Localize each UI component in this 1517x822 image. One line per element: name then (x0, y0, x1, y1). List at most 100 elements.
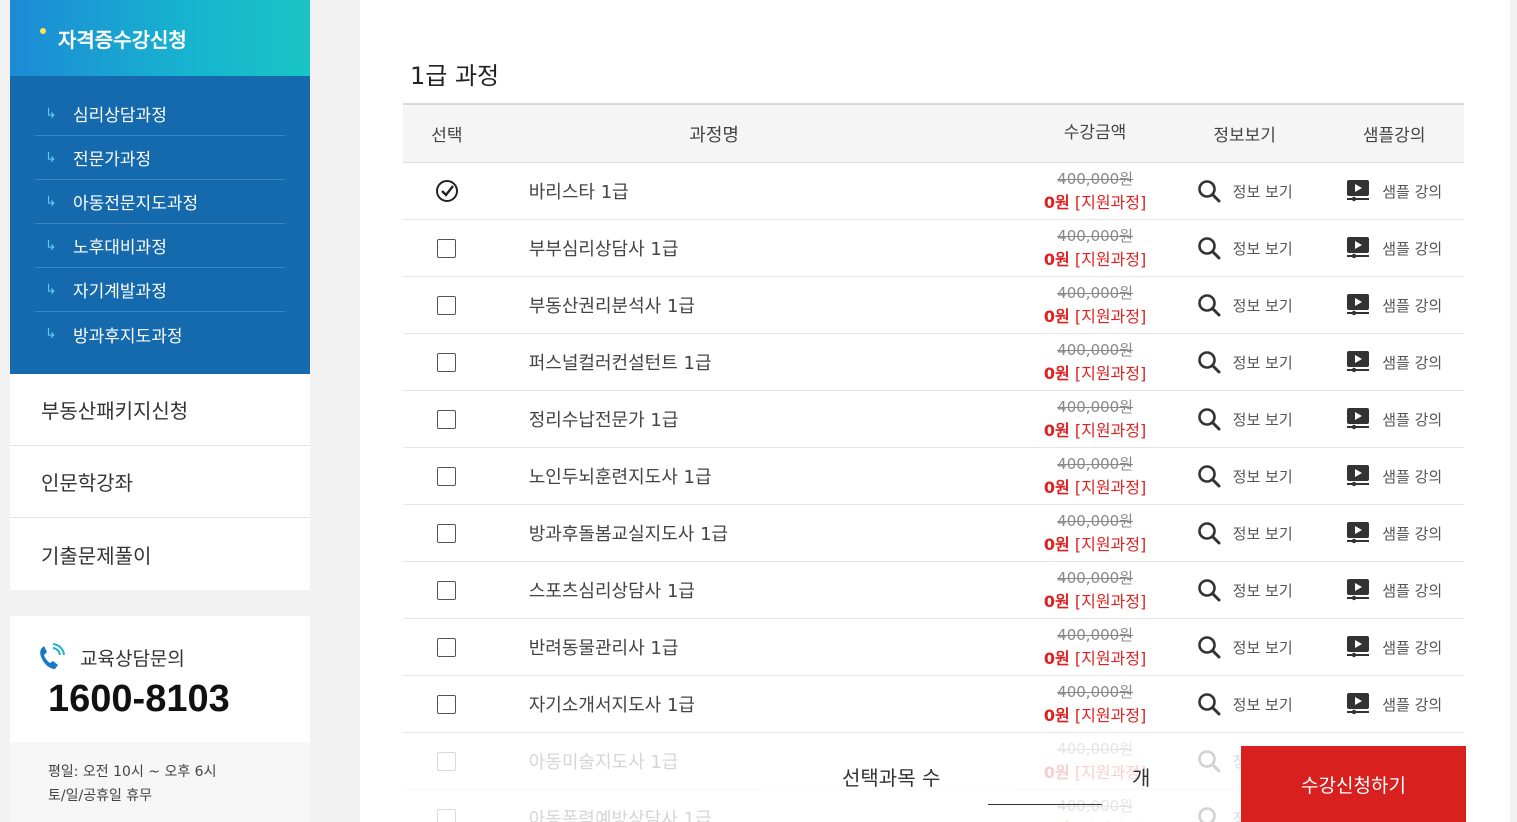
price-tag: [지원과정] (1074, 649, 1147, 668)
sidebar-menu-realestate[interactable]: 부동산패키지신청 (10, 374, 310, 446)
course-checkbox[interactable] (437, 751, 457, 771)
search-icon (1197, 237, 1221, 260)
info-button[interactable]: 정보 보기 (1165, 236, 1325, 260)
sample-button[interactable]: 샘플 강의 (1324, 236, 1464, 260)
sample-button[interactable]: 샘플 강의 (1324, 407, 1464, 431)
price-original: 400,000원 (1057, 569, 1134, 587)
search-icon (1197, 579, 1221, 602)
course-price: 400,000원 0원 [지원과정] (1025, 339, 1165, 385)
price-sale-amount: 0원 (1043, 535, 1070, 554)
sidebar-item-afterschool[interactable]: ↳ 방과후지도과정 (35, 312, 285, 356)
price-original: 400,000원 (1057, 683, 1134, 701)
course-name: 자기소개서지도사 1급 (528, 695, 695, 716)
sample-button[interactable]: 샘플 강의 (1324, 350, 1464, 374)
price-tag: [지원과정] (1074, 478, 1147, 497)
arrow-return-icon: ↳ (45, 149, 57, 166)
course-name: 부부심리상담사 1급 (528, 239, 679, 260)
video-play-icon (1347, 636, 1370, 658)
main-content: 1급 과정 선택 과정명 수강금액 정보보기 샘플강의 바리스타 1급 400,… (360, 0, 1510, 822)
sample-label: 샘플 강의 (1382, 353, 1443, 372)
course-checkbox[interactable] (437, 466, 457, 486)
checked-circle-icon[interactable] (435, 179, 459, 203)
price-sale: 0원 [지원과정] (1025, 191, 1165, 214)
header-select: 선택 (431, 126, 463, 146)
sample-label: 샘플 강의 (1382, 467, 1443, 486)
course-price: 400,000원 0원 [지원과정] (1025, 396, 1165, 442)
price-original: 400,000원 (1057, 626, 1134, 644)
price-sale: 0원 [지원과정] (1025, 248, 1165, 271)
info-button[interactable]: 정보 보기 (1165, 578, 1325, 602)
sidebar-item-child[interactable]: ↳ 아동전문지도과정 (35, 180, 285, 224)
search-icon (1197, 351, 1221, 374)
price-tag: [지원과정] (1074, 364, 1147, 383)
info-button[interactable]: 정보 보기 (1165, 635, 1325, 659)
price-sale: 0원 [지원과정] (1025, 476, 1165, 499)
contact-hours: 평일: 오전 10시 ~ 오후 6시 토/일/공휴일 휴무 (10, 742, 310, 822)
sample-label: 샘플 강의 (1382, 239, 1443, 258)
course-checkbox[interactable] (437, 694, 457, 714)
course-checkbox[interactable] (437, 580, 457, 600)
sidebar-item-expert[interactable]: ↳ 전문가과정 (35, 136, 285, 180)
sidebar-menu-past-exams[interactable]: 기출문제풀이 (10, 518, 310, 590)
course-checkbox[interactable] (437, 523, 457, 543)
course-checkbox[interactable] (437, 637, 457, 657)
course-checkbox[interactable] (437, 409, 457, 429)
price-tag: [지원과정] (1074, 592, 1147, 611)
price-sale: 0원 [지원과정] (1025, 362, 1165, 385)
price-tag: [지원과정] (1074, 250, 1147, 269)
course-checkbox[interactable] (437, 295, 457, 315)
info-button[interactable]: 정보 보기 (1165, 464, 1325, 488)
course-checkbox[interactable] (437, 238, 457, 258)
sample-button[interactable]: 샘플 강의 (1324, 635, 1464, 659)
info-button[interactable]: 정보 보기 (1165, 293, 1325, 317)
course-checkbox[interactable] (437, 352, 457, 372)
info-button[interactable]: 정보 보기 (1165, 692, 1325, 716)
price-sale: 0원 [지원과정] (1025, 419, 1165, 442)
course-price: 400,000원 0원 [지원과정] (1025, 795, 1165, 822)
sample-label: 샘플 강의 (1382, 182, 1443, 201)
sample-button[interactable]: 샘플 강의 (1324, 293, 1464, 317)
sidebar-menu-humanities[interactable]: 인문학강좌 (10, 446, 310, 518)
sample-label: 샘플 강의 (1382, 410, 1443, 429)
course-name: 노인두뇌훈련지도사 1급 (528, 467, 712, 488)
course-price: 400,000원 0원 [지원과정] (1025, 681, 1165, 727)
price-sale-amount: 0원 (1043, 193, 1070, 212)
course-name: 퍼스널컬러컨설턴트 1급 (528, 353, 712, 374)
sample-button[interactable]: 샘플 강의 (1324, 179, 1464, 203)
video-play-icon (1347, 465, 1370, 487)
sample-button[interactable]: 샘플 강의 (1324, 464, 1464, 488)
search-icon (1197, 693, 1221, 716)
sidebar-head-label: 자격증수강신청 (58, 27, 187, 52)
info-button[interactable]: 정보 보기 (1165, 350, 1325, 374)
sample-button[interactable]: 샘플 강의 (1324, 692, 1464, 716)
sidebar-item-selfdev[interactable]: ↳ 자기계발과정 (35, 268, 285, 312)
sample-label: 샘플 강의 (1382, 524, 1443, 543)
video-play-icon (1347, 579, 1370, 601)
contact-phone-number: 1600-8103 (48, 678, 230, 720)
sample-button[interactable]: 샘플 강의 (1324, 578, 1464, 602)
info-button[interactable]: 정보 보기 (1165, 179, 1325, 203)
sidebar: 자격증수강신청 ↳ 심리상담과정 ↳ 전문가과정 ↳ 아동전문지도과정 ↳ 노후대비과정… (10, 0, 310, 590)
price-tag: [지원과정] (1074, 193, 1147, 212)
course-name: 스포츠심리상담사 1급 (528, 581, 695, 602)
hours-off: 토/일/공휴일 휴무 (48, 788, 153, 804)
info-button[interactable]: 정보 보기 (1165, 521, 1325, 545)
apply-button[interactable]: 수강신청하기 (1241, 746, 1466, 822)
info-button[interactable]: 정보 보기 (1165, 407, 1325, 431)
course-checkbox[interactable] (437, 808, 457, 822)
sidebar-item-psychology[interactable]: ↳ 심리상담과정 (35, 92, 285, 136)
search-icon (1197, 522, 1221, 545)
table-row: 부동산권리분석사 1급 400,000원 0원 [지원과정] 정보 보기 샘플 … (403, 277, 1464, 334)
price-original: 400,000원 (1057, 227, 1134, 245)
price-sale: 0원 [지원과정] (1025, 305, 1165, 328)
arrow-return-icon: ↳ (45, 237, 57, 254)
table-row: 노인두뇌훈련지도사 1급 400,000원 0원 [지원과정] 정보 보기 샘플… (403, 448, 1464, 505)
arrow-return-icon: ↳ (45, 326, 57, 342)
sidebar-item-retirement[interactable]: ↳ 노후대비과정 (35, 224, 285, 268)
table-body: 바리스타 1급 400,000원 0원 [지원과정] 정보 보기 샘플 강의 부… (403, 163, 1464, 822)
price-original: 400,000원 (1057, 512, 1134, 530)
info-label: 정보 보기 (1232, 182, 1293, 201)
search-icon (1197, 294, 1221, 317)
sidebar-head[interactable]: 자격증수강신청 (10, 0, 310, 76)
sample-button[interactable]: 샘플 강의 (1324, 521, 1464, 545)
